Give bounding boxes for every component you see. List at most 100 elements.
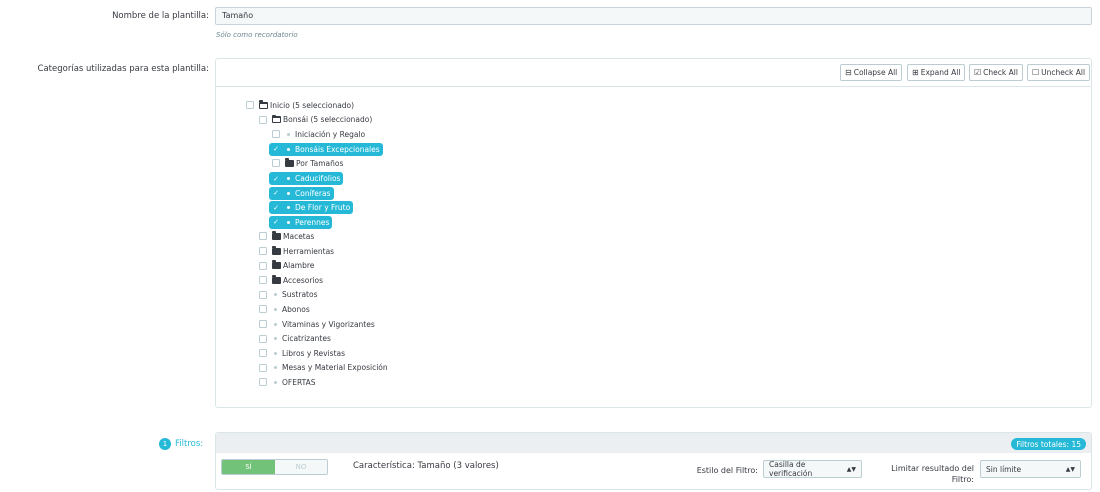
dot-icon — [274, 322, 277, 326]
folder-open-icon — [258, 100, 268, 109]
checkbox[interactable] — [259, 378, 267, 387]
tree-node[interactable]: Por Tamaños — [272, 157, 343, 169]
checkbox[interactable] — [259, 305, 267, 314]
checkbox[interactable] — [259, 349, 267, 358]
checkbox[interactable] — [259, 115, 267, 124]
tree-node[interactable]: Alambre — [259, 260, 314, 272]
tree-node[interactable]: Herramientas — [259, 245, 334, 257]
checkbox[interactable] — [259, 232, 267, 241]
tree-node-label: Alambre — [283, 261, 315, 271]
checked-checkbox[interactable]: ✓ — [272, 218, 280, 226]
filter-limit-value: Sin límite — [986, 464, 1022, 474]
checkbox[interactable] — [259, 320, 267, 328]
tree-node[interactable]: ✓ Bonsáis Excepcionales — [269, 142, 383, 156]
filter-limit-label-line2: Filtro: — [951, 475, 974, 484]
tree-node[interactable]: Abonos — [259, 303, 310, 315]
tree-node[interactable]: Inicio (5 seleccionado) — [246, 99, 354, 111]
categories-label: Categorías utilizadas para esta plantill… — [37, 64, 209, 74]
check-all-label: Check All — [983, 68, 1018, 77]
tree-node-label: Inicio (5 seleccionado) — [270, 100, 355, 110]
tree-node-label: De Flor y Fruto — [295, 203, 351, 213]
tree-node[interactable]: ✓ Caducifolios — [269, 172, 344, 185]
dot-icon — [287, 220, 290, 224]
dot-icon — [274, 366, 277, 370]
tree-node[interactable]: Accesorios — [259, 274, 323, 286]
tree-node[interactable]: Vitaminas y Vigorizantes — [259, 318, 375, 330]
template-name-value: Tamaño — [222, 11, 254, 20]
checked-checkbox[interactable]: ✓ — [272, 189, 280, 197]
filters-label-text: Filtros: — [175, 439, 204, 449]
folder-icon — [272, 260, 281, 270]
checkbox[interactable] — [259, 261, 267, 270]
tree-node-label: Abonos — [282, 304, 310, 314]
filter-style-value: Casilla de verificación — [769, 460, 813, 478]
filter-row: SÍ NO Característica: Tamaño (3 valores)… — [216, 454, 1091, 490]
tree-node-label: Iniciación y Regalo — [295, 129, 366, 139]
tree-node-label: Sustratos — [282, 290, 318, 300]
checkbox[interactable] — [259, 247, 267, 255]
filter-limit-label-line1: Limitar resultado del — [891, 464, 974, 473]
category-tree-toolbar: ⊟ Collapse All ⊞ Expand All ☑ Check All … — [216, 59, 1091, 87]
filter-enabled-switch[interactable]: SÍ NO — [221, 459, 328, 475]
tree-node[interactable]: Libros y Revistas — [259, 347, 345, 359]
checkbox[interactable] — [259, 363, 267, 372]
tree-node[interactable]: Mesas y Material Exposición — [259, 362, 388, 374]
checkbox[interactable] — [259, 276, 267, 285]
filter-limit-label: Limitar resultado del Filtro: — [876, 463, 974, 485]
folder-icon — [285, 157, 294, 167]
tree-node[interactable]: ✓ Perennes — [269, 215, 333, 229]
checkbox[interactable] — [272, 130, 280, 139]
tree-node[interactable]: ✓ De Flor y Fruto — [269, 201, 354, 215]
checkbox[interactable] — [259, 290, 267, 299]
tree-node-label: Herramientas — [283, 246, 335, 256]
collapse-icon: ⊟ — [845, 68, 852, 77]
checkbox[interactable] — [272, 159, 280, 168]
dot-icon — [287, 132, 290, 136]
expand-all-button[interactable]: ⊞ Expand All — [907, 64, 966, 81]
folder-icon — [272, 230, 281, 240]
tree-node[interactable]: Macetas — [259, 230, 314, 242]
tree-node-label: Bonsái (5 seleccionado) — [283, 115, 373, 125]
filter-style-select[interactable]: Casilla de verificación ▲▼ — [763, 460, 862, 478]
tree-node[interactable]: Iniciación y Regalo — [272, 128, 365, 140]
tree-node-label: Bonsáis Excepcionales — [295, 144, 380, 154]
collapse-all-label: Collapse All — [853, 68, 898, 77]
dot-icon — [274, 337, 277, 341]
tree-node[interactable]: Cicatrizantes — [259, 333, 331, 345]
tree-node[interactable]: ✓ Coníferas — [269, 186, 334, 200]
checked-checkbox[interactable]: ✓ — [272, 204, 280, 212]
expand-icon: ⊞ — [912, 68, 919, 77]
checkbox[interactable] — [246, 101, 254, 109]
filters-header: Filtros totales: 15 — [216, 433, 1091, 453]
filter-style-label: Estilo del Filtro: — [696, 466, 758, 475]
tree-node-label: OFERTAS — [282, 377, 316, 387]
collapse-all-button[interactable]: ⊟ Collapse All — [840, 64, 903, 81]
filter-feature-name: Característica: Tamaño (3 valores) — [353, 461, 499, 471]
dot-icon — [274, 380, 277, 384]
checked-checkbox[interactable]: ✓ — [272, 145, 280, 153]
step-number-badge: 1 — [159, 438, 171, 450]
dot-icon — [274, 293, 277, 297]
tree-node-label: Libros y Revistas — [282, 348, 346, 358]
switch-yes[interactable]: SÍ — [222, 460, 275, 474]
category-tree-panel: ⊟ Collapse All ⊞ Expand All ☑ Check All … — [215, 58, 1092, 408]
dot-icon — [287, 191, 290, 195]
tree-node[interactable]: Bonsái (5 seleccionado) — [259, 114, 372, 126]
folder-icon — [272, 274, 281, 284]
filter-limit-select[interactable]: Sin límite ▲▼ — [980, 460, 1081, 478]
tree-node-label: Mesas y Material Exposición — [282, 363, 388, 373]
check-all-button[interactable]: ☑ Check All — [969, 64, 1023, 81]
tree-node[interactable]: OFERTAS — [259, 376, 316, 388]
uncheck-all-button[interactable]: ☐ Uncheck All — [1027, 64, 1091, 81]
tree-node-label: Macetas — [283, 231, 315, 241]
folder-icon — [272, 245, 281, 255]
tree-node-label: Accesorios — [283, 275, 324, 285]
filters-panel: Filtros totales: 15 SÍ NO Característica… — [215, 432, 1092, 490]
checked-checkbox[interactable]: ✓ — [272, 175, 280, 183]
empty-box-icon: ☐ — [1032, 68, 1040, 77]
checkbox[interactable] — [259, 334, 267, 343]
select-arrows-icon: ▲▼ — [846, 465, 856, 473]
template-name-input[interactable]: Tamaño — [215, 7, 1092, 25]
switch-no[interactable]: NO — [275, 460, 327, 474]
tree-node[interactable]: Sustratos — [259, 289, 317, 301]
